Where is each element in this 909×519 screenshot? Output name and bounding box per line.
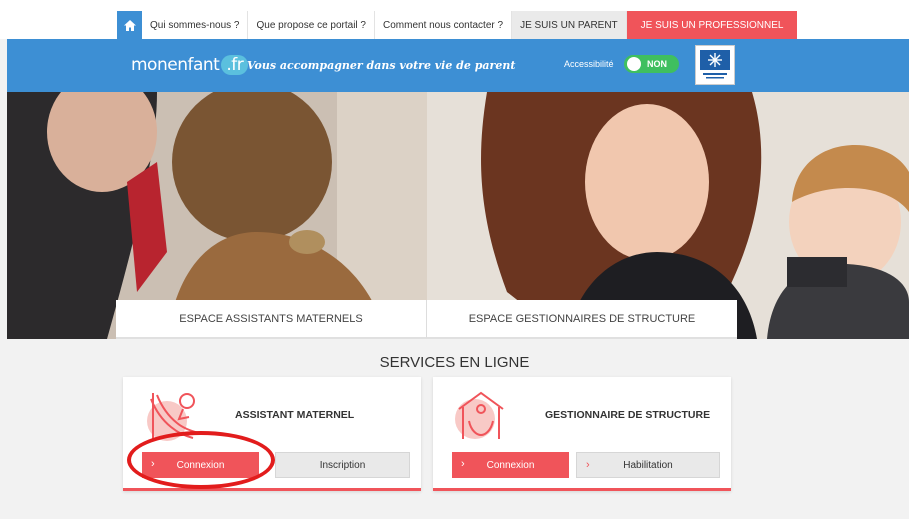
services-title: SERVICES EN LIGNE	[379, 354, 530, 371]
chevron-right-icon: ›	[586, 459, 590, 471]
top-nav-bar: Qui sommes-nous ? Que propose ce portail…	[117, 11, 798, 39]
caf-logo[interactable]	[695, 45, 735, 85]
home-button[interactable]	[117, 11, 142, 39]
logo-suffix: .fr	[221, 55, 249, 75]
button-label: Inscription	[319, 459, 366, 471]
nav-contact[interactable]: Comment nous contacter ?	[375, 11, 513, 39]
button-label: Connexion	[176, 459, 225, 471]
chevron-right-icon: ›	[461, 458, 465, 470]
accessibility-toggle[interactable]: NON	[624, 55, 679, 73]
caf-emblem-icon	[700, 50, 730, 79]
home-icon	[123, 19, 136, 31]
espace-assistants-maternels[interactable]: ESPACE ASSISTANTS MATERNELS	[116, 300, 426, 339]
chevron-right-icon: ›	[151, 458, 155, 470]
espace-tabs: ESPACE ASSISTANTS MATERNELS ESPACE GESTI…	[116, 300, 737, 339]
connexion-button[interactable]: › Connexion	[142, 452, 259, 478]
nav-que-propose[interactable]: Que propose ce portail ?	[248, 11, 375, 39]
site-tagline: Vous accompagner dans votre vie de paren…	[247, 59, 516, 72]
accessibility-label: Accessibilité	[564, 59, 614, 69]
toggle-knob	[627, 57, 641, 71]
toggle-state: NON	[647, 59, 667, 69]
card-gestionnaire-structure: GESTIONNAIRE DE STRUCTURE › Connexion › …	[433, 377, 731, 491]
inscription-button[interactable]: Inscription	[275, 452, 410, 478]
nav-professionnel[interactable]: JE SUIS UN PROFESSIONNEL	[626, 11, 798, 39]
button-label: Connexion	[486, 459, 535, 471]
slide-child-icon	[147, 393, 200, 441]
connexion-button[interactable]: › Connexion	[452, 452, 569, 478]
house-hands-icon	[455, 391, 504, 439]
card-title: GESTIONNAIRE DE STRUCTURE	[545, 409, 711, 421]
espace-gestionnaires-structure[interactable]: ESPACE GESTIONNAIRES DE STRUCTURE	[426, 300, 737, 339]
nav-qui-sommes-nous[interactable]: Qui sommes-nous ?	[142, 11, 249, 39]
logo-text: monenfant	[131, 55, 220, 75]
card-title: ASSISTANT MATERNEL	[235, 409, 355, 421]
site-header: monenfant .fr Vous accompagner dans votre…	[7, 39, 909, 92]
habilitation-button[interactable]: › Habilitation	[576, 452, 720, 478]
button-label: Habilitation	[623, 459, 673, 471]
site-logo[interactable]: monenfant .fr	[131, 55, 249, 75]
card-assistant-maternel: ASSISTANT MATERNEL › Connexion Inscripti…	[123, 377, 421, 491]
top-navigation: Qui sommes-nous ? Que propose ce portail…	[0, 0, 909, 39]
nav-parent[interactable]: JE SUIS UN PARENT	[512, 11, 627, 39]
